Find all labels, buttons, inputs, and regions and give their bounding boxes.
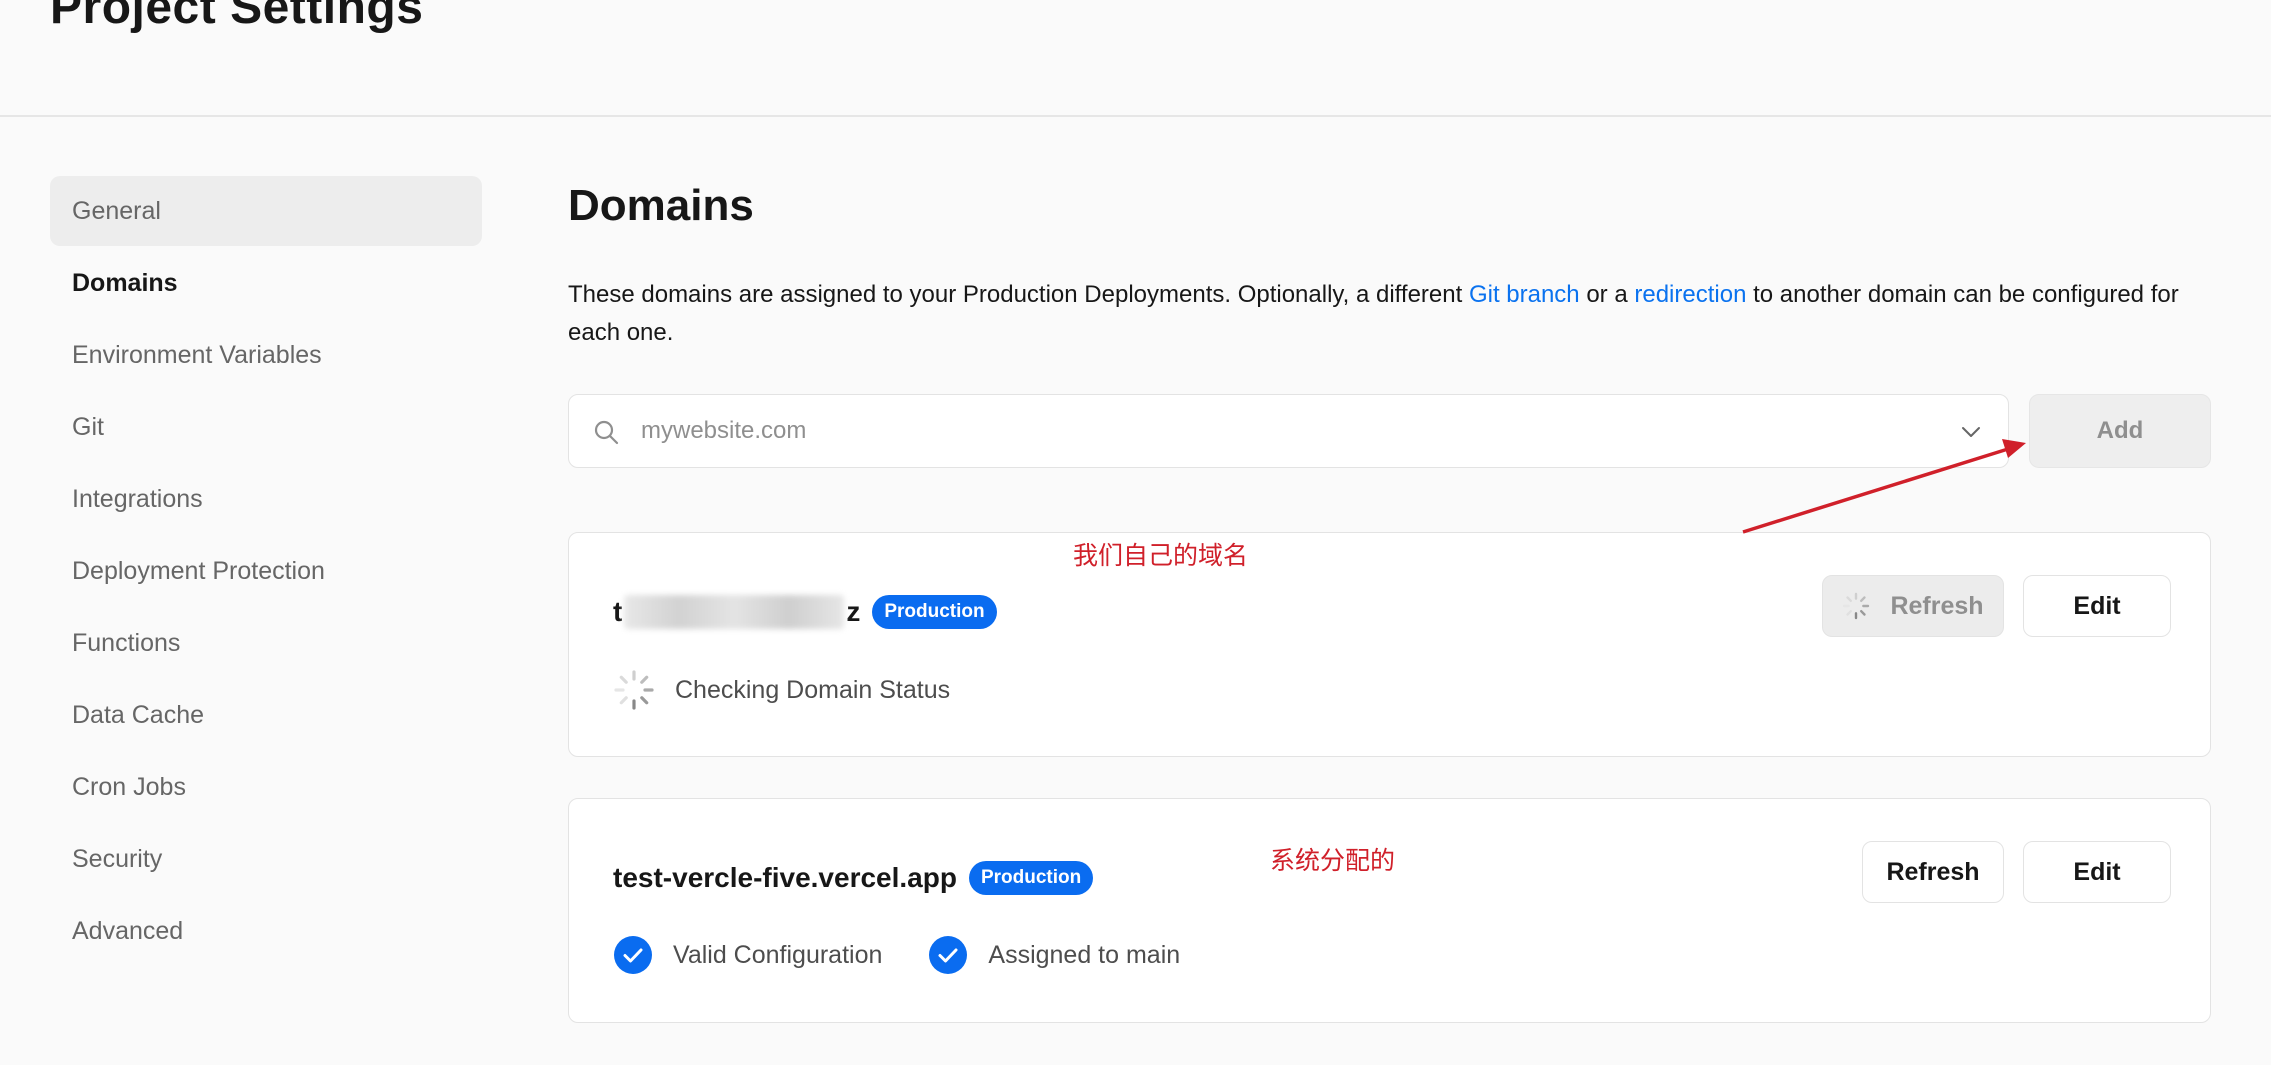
- status-item: Assigned to main: [928, 935, 1180, 975]
- chevron-down-icon[interactable]: [1960, 421, 1982, 443]
- refresh-label: Refresh: [1890, 591, 1984, 620]
- status-text: Assigned to main: [988, 940, 1181, 969]
- git-branch-link[interactable]: Git branch: [1469, 281, 1580, 308]
- domain-card: t z Production Checking Domain Status Re…: [568, 532, 2211, 757]
- sidebar-item-git[interactable]: Git: [50, 392, 482, 462]
- edit-button[interactable]: Edit: [2023, 841, 2171, 903]
- check-circle-icon: [614, 936, 652, 974]
- status-item: Valid Configuration: [613, 935, 882, 975]
- description-text-2: or a: [1579, 281, 1635, 308]
- sidebar-item-functions[interactable]: Functions: [50, 608, 482, 678]
- section-description: These domains are assigned to your Produ…: [568, 276, 2208, 352]
- add-domain-button[interactable]: Add: [2029, 394, 2211, 468]
- sidebar-item-integrations[interactable]: Integrations: [50, 464, 482, 534]
- domain-status-row: Checking Domain Status: [613, 669, 996, 711]
- domain-card: test-vercle-five.vercel.app Production V…: [568, 798, 2211, 1023]
- section-title: Domains: [568, 181, 754, 230]
- refresh-button[interactable]: Refresh: [1822, 575, 2004, 637]
- search-icon: [594, 420, 619, 445]
- redacted-domain: [624, 595, 845, 629]
- status-item: Checking Domain Status: [613, 669, 950, 711]
- production-badge: Production: [872, 595, 997, 629]
- spinner-icon: [1843, 592, 1870, 620]
- annotation-note: 系统分配的: [1270, 846, 1396, 875]
- sidebar-item-advanced[interactable]: Advanced: [50, 896, 482, 966]
- sidebar-item-cron-jobs[interactable]: Cron Jobs: [50, 752, 482, 822]
- spinner-icon: [614, 670, 654, 710]
- header: Project Settings: [0, 0, 2271, 117]
- annotation-note: 我们自己的域名: [1073, 541, 1249, 570]
- sidebar-item-data-cache[interactable]: Data Cache: [50, 680, 482, 750]
- sidebar-item-environment-variables[interactable]: Environment Variables: [50, 320, 482, 390]
- domain-status-row: Valid Configuration Assigned to main: [613, 935, 1226, 975]
- edit-button[interactable]: Edit: [2023, 575, 2171, 637]
- page: Project Settings General Domains Environ…: [0, 0, 2271, 1065]
- domain-input[interactable]: [641, 409, 1921, 453]
- sidebar-item-general[interactable]: General: [50, 176, 482, 246]
- domain-name: test-vercle-five.vercel.app: [613, 862, 957, 893]
- domain-name-row: t z Production: [613, 595, 997, 629]
- domain-name-prefix: t: [613, 596, 623, 627]
- sidebar: General Domains Environment Variables Gi…: [50, 176, 482, 968]
- sidebar-item-security[interactable]: Security: [50, 824, 482, 894]
- sidebar-item-domains[interactable]: Domains: [50, 248, 482, 318]
- sidebar-item-deployment-protection[interactable]: Deployment Protection: [50, 536, 482, 606]
- status-text: Checking Domain Status: [675, 675, 951, 704]
- domain-name-suffix: z: [846, 596, 861, 627]
- description-text-1: These domains are assigned to your Produ…: [568, 281, 1469, 308]
- status-text: Valid Configuration: [673, 940, 883, 969]
- page-title: Project Settings: [50, 0, 424, 34]
- production-badge: Production: [968, 861, 1094, 895]
- refresh-button[interactable]: Refresh: [1862, 841, 2004, 903]
- domain-name-row: test-vercle-five.vercel.app Production: [613, 861, 1094, 895]
- redirection-link[interactable]: redirection: [1634, 281, 1746, 308]
- domain-search-box[interactable]: [568, 394, 2009, 468]
- check-circle-icon: [929, 936, 968, 974]
